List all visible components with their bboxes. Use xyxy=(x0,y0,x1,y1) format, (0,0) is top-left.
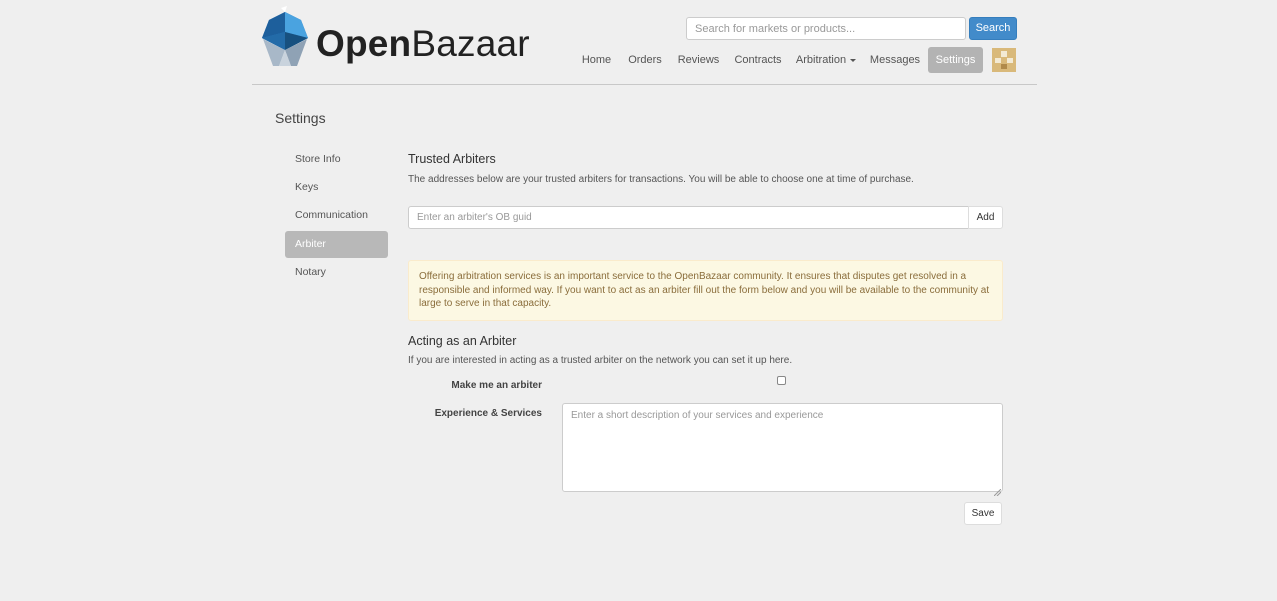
brand-name-bold: Open xyxy=(316,23,412,64)
experience-textarea[interactable] xyxy=(562,403,1003,492)
caret-down-icon xyxy=(850,58,857,62)
make-arbiter-checkbox[interactable] xyxy=(777,376,786,385)
nav-arbitration[interactable]: Arbitration xyxy=(795,47,857,73)
page-title: Settings xyxy=(275,110,326,126)
sidebar-item-arbiter[interactable]: Arbiter xyxy=(285,231,388,258)
nav-reviews[interactable]: Reviews xyxy=(676,47,721,73)
header-divider xyxy=(252,84,1037,85)
search-button[interactable]: Search xyxy=(969,17,1017,40)
trusted-arbiters-heading: Trusted Arbiters xyxy=(408,152,496,166)
openbazaar-logo-icon[interactable] xyxy=(261,6,309,68)
brand-name[interactable]: OpenBazaar xyxy=(316,23,530,65)
add-arbiter-button[interactable]: Add xyxy=(968,206,1003,229)
save-button[interactable]: Save xyxy=(964,502,1002,525)
arbitration-notice: Offering arbitration services is an impo… xyxy=(408,260,1003,321)
trusted-arbiters-description: The addresses below are your trusted arb… xyxy=(408,174,914,185)
nav-orders[interactable]: Orders xyxy=(626,47,664,73)
acting-arbiter-description: If you are interested in acting as a tru… xyxy=(408,355,793,366)
experience-label: Experience & Services xyxy=(434,408,542,419)
search-input[interactable] xyxy=(686,17,966,40)
resize-handle-icon[interactable] xyxy=(993,483,1002,497)
nav-arbitration-label: Arbitration xyxy=(795,54,847,66)
arbiter-guid-input[interactable] xyxy=(408,206,969,229)
nav-settings[interactable]: Settings xyxy=(928,47,983,73)
nav-contracts[interactable]: Contracts xyxy=(733,47,783,73)
nav-messages[interactable]: Messages xyxy=(869,47,921,73)
sidebar-item-communication[interactable]: Communication xyxy=(285,202,388,229)
sidebar-item-store-info[interactable]: Store Info xyxy=(285,146,388,173)
brand-name-light: Bazaar xyxy=(411,23,530,64)
sidebar-item-notary[interactable]: Notary xyxy=(285,259,388,286)
acting-arbiter-heading: Acting as an Arbiter xyxy=(408,334,517,348)
sidebar-item-keys[interactable]: Keys xyxy=(285,174,388,201)
nav-home[interactable]: Home xyxy=(578,47,615,73)
make-arbiter-label: Make me an arbiter xyxy=(451,380,542,391)
avatar[interactable] xyxy=(992,48,1016,72)
